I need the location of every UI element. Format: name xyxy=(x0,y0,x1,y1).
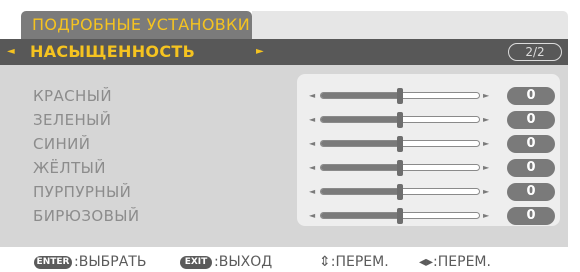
slider-row-magenta[interactable]: ◄ ► 0 xyxy=(297,182,560,202)
exit-key-icon: EXIT xyxy=(180,256,212,269)
slider-group: ◄ ► 0 ◄ ► 0 ◄ ► 0 ◄ ► 0 ◄ ► 0 ◄ ► 0 xyxy=(297,74,560,226)
menu-tab-title[interactable]: ПОДРОБНЫЕ УСТАНОВКИ xyxy=(21,11,252,39)
exit-hint-text: :ВЫХОД xyxy=(214,254,273,270)
enter-key-icon: ENTER xyxy=(34,256,72,269)
decrease-arrow-icon[interactable]: ◄ xyxy=(309,182,315,202)
slider-row-red[interactable]: ◄ ► 0 xyxy=(297,86,560,106)
slider-thumb[interactable] xyxy=(397,112,403,128)
setting-label-red: КРАСНЫЙ xyxy=(33,87,112,105)
enter-hint-text: :ВЫБРАТЬ xyxy=(74,254,147,270)
increase-arrow-icon[interactable]: ► xyxy=(483,110,489,130)
value-badge: 0 xyxy=(507,135,555,153)
increase-arrow-icon[interactable]: ► xyxy=(483,182,489,202)
setting-label-green: ЗЕЛЕНЫЙ xyxy=(33,111,112,129)
slider-fill xyxy=(321,93,400,98)
value-badge: 0 xyxy=(507,111,555,129)
slider-thumb[interactable] xyxy=(397,160,403,176)
value-badge: 0 xyxy=(507,183,555,201)
left-arrow-icon[interactable]: ◄ xyxy=(7,39,15,65)
setting-label-yellow: ЖЁЛТЫЙ xyxy=(33,159,106,177)
value-badge: 0 xyxy=(507,87,555,105)
setting-label-blue: СИНИЙ xyxy=(33,135,91,153)
slider-thumb[interactable] xyxy=(397,208,403,224)
slider-row-green[interactable]: ◄ ► 0 xyxy=(297,110,560,130)
submenu-header: ◄ НАСЫЩЕННОСТЬ ► 2/2 xyxy=(0,39,568,65)
tab-title-label: ПОДРОБНЫЕ УСТАНОВКИ xyxy=(32,15,250,34)
tab-bar-background xyxy=(252,11,568,39)
decrease-arrow-icon[interactable]: ◄ xyxy=(309,86,315,106)
decrease-arrow-icon[interactable]: ◄ xyxy=(309,110,315,130)
decrease-arrow-icon[interactable]: ◄ xyxy=(309,158,315,178)
settings-panel: КРАСНЫЙ ЗЕЛЕНЫЙ СИНИЙ ЖЁЛТЫЙ ПУРПУРНЫЙ Б… xyxy=(0,65,568,247)
slider-fill xyxy=(321,213,400,218)
slider-thumb[interactable] xyxy=(397,136,403,152)
increase-arrow-icon[interactable]: ► xyxy=(483,86,489,106)
slider-thumb[interactable] xyxy=(397,184,403,200)
decrease-arrow-icon[interactable]: ◄ xyxy=(309,206,315,226)
slider-row-cyan[interactable]: ◄ ► 0 xyxy=(297,206,560,226)
increase-arrow-icon[interactable]: ► xyxy=(483,158,489,178)
slider-fill xyxy=(321,165,400,170)
slider-thumb[interactable] xyxy=(397,88,403,104)
increase-arrow-icon[interactable]: ► xyxy=(483,134,489,154)
slider-row-blue[interactable]: ◄ ► 0 xyxy=(297,134,560,154)
page-indicator: 2/2 xyxy=(508,43,562,61)
leftright-hint-text: ◂▸:ПЕРЕМ. xyxy=(419,254,491,270)
setting-label-cyan: БИРЮЗОВЫЙ xyxy=(33,207,140,225)
footer-hints: ENTER :ВЫБРАТЬ EXIT :ВЫХОД ⇕:ПЕРЕМ. ◂▸:П… xyxy=(0,252,580,272)
slider-row-yellow[interactable]: ◄ ► 0 xyxy=(297,158,560,178)
value-badge: 0 xyxy=(507,159,555,177)
increase-arrow-icon[interactable]: ► xyxy=(483,206,489,226)
slider-fill xyxy=(321,189,400,194)
decrease-arrow-icon[interactable]: ◄ xyxy=(309,134,315,154)
slider-fill xyxy=(321,117,400,122)
setting-label-magenta: ПУРПУРНЫЙ xyxy=(33,183,132,201)
submenu-title: НАСЫЩЕННОСТЬ xyxy=(30,42,196,61)
right-arrow-icon[interactable]: ► xyxy=(256,39,264,65)
slider-fill xyxy=(321,141,400,146)
updown-hint-text: ⇕:ПЕРЕМ. xyxy=(319,254,389,270)
value-badge: 0 xyxy=(507,207,555,225)
